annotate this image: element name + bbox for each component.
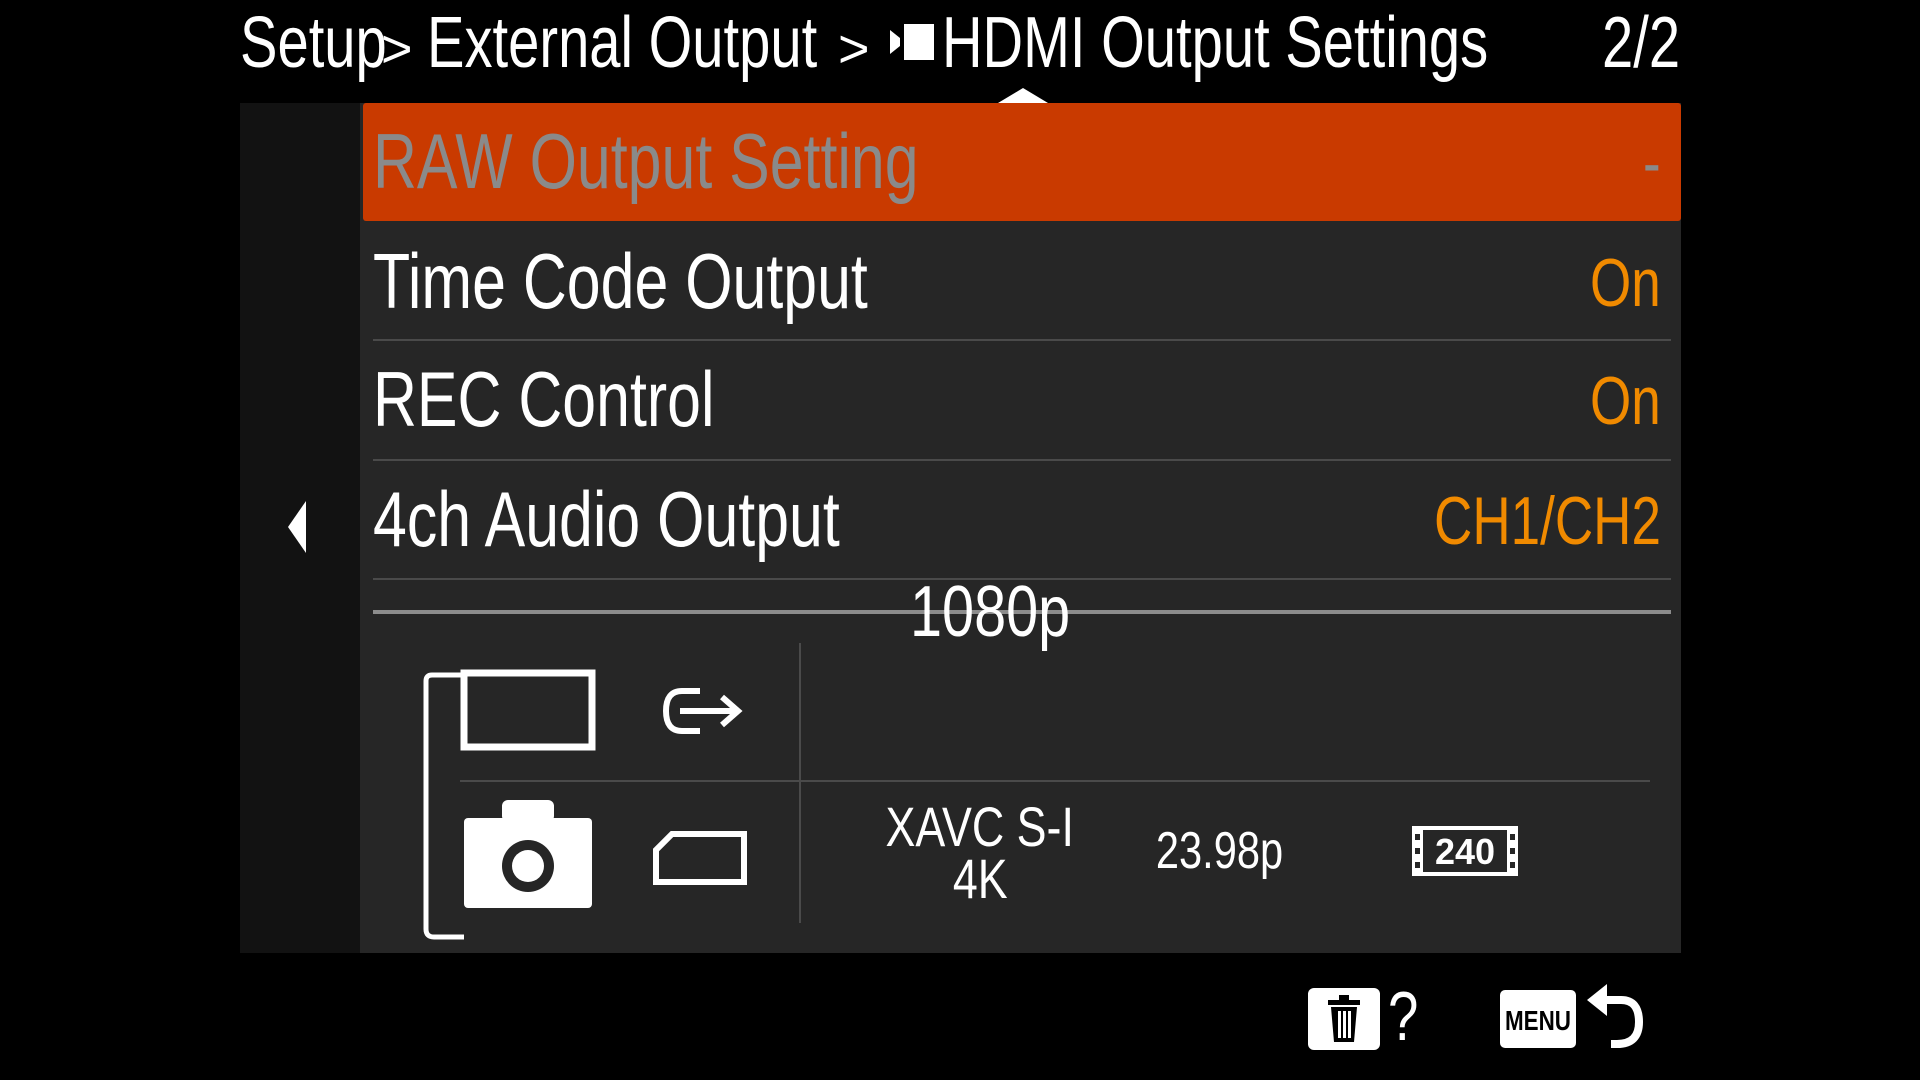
menu-item-raw-output-setting[interactable]: RAW Output Setting - <box>363 103 1681 221</box>
trash-icon[interactable] <box>1308 988 1380 1050</box>
bitrate-badge-icon: 240 <box>1412 826 1518 876</box>
header-bar: Setup > External Output > HDMI Output Se… <box>0 0 1920 106</box>
menu-item-label: 4ch Audio Output <box>373 475 840 563</box>
help-icon[interactable]: ? <box>1388 980 1427 1052</box>
breadcrumb-separator: > <box>381 19 413 79</box>
memory-card-icon <box>653 831 747 885</box>
page-title: HDMI Output Settings <box>942 3 1489 83</box>
menu-item-value: - <box>1643 125 1661 201</box>
menu-label: MENU <box>1505 1005 1571 1036</box>
rec-format-resolution: 4K <box>952 847 1008 910</box>
rec-framerate: 23.98p <box>1156 822 1284 880</box>
side-strip <box>240 103 360 953</box>
menu-item-4ch-audio-output[interactable]: 4ch Audio Output CH1/CH2 <box>363 461 1681 579</box>
settings-panel: RAW Output Setting - Time Code Output On… <box>240 103 1681 953</box>
menu-item-rec-control[interactable]: REC Control On <box>363 341 1681 459</box>
back-icon[interactable] <box>1585 980 1645 1052</box>
bitrate-value: 240 <box>1435 831 1495 872</box>
page-indicator: 2/2 <box>1601 3 1680 83</box>
menu-item-label: RAW Output Setting <box>373 117 919 205</box>
menu-icon[interactable]: MENU <box>1500 990 1576 1048</box>
camera-icon <box>464 800 592 908</box>
menu-item-time-code-output[interactable]: Time Code Output On <box>363 223 1681 341</box>
left-arrow-icon[interactable] <box>288 501 306 553</box>
external-monitor-icon <box>460 669 596 751</box>
movie-mode-icon <box>890 24 934 60</box>
breadcrumb-separator: > <box>838 19 870 79</box>
hdmi-out-icon <box>662 688 743 734</box>
menu-item-label: Time Code Output <box>373 237 868 325</box>
menu-item-value: On <box>1590 245 1661 321</box>
hdmi-resolution: 1080p <box>909 572 1071 652</box>
menu-item-value: CH1/CH2 <box>1434 483 1661 559</box>
info-horizontal-divider <box>460 780 1650 782</box>
menu-item-label: REC Control <box>373 355 715 443</box>
menu-item-value: On <box>1590 363 1661 439</box>
info-vertical-divider <box>799 643 801 923</box>
